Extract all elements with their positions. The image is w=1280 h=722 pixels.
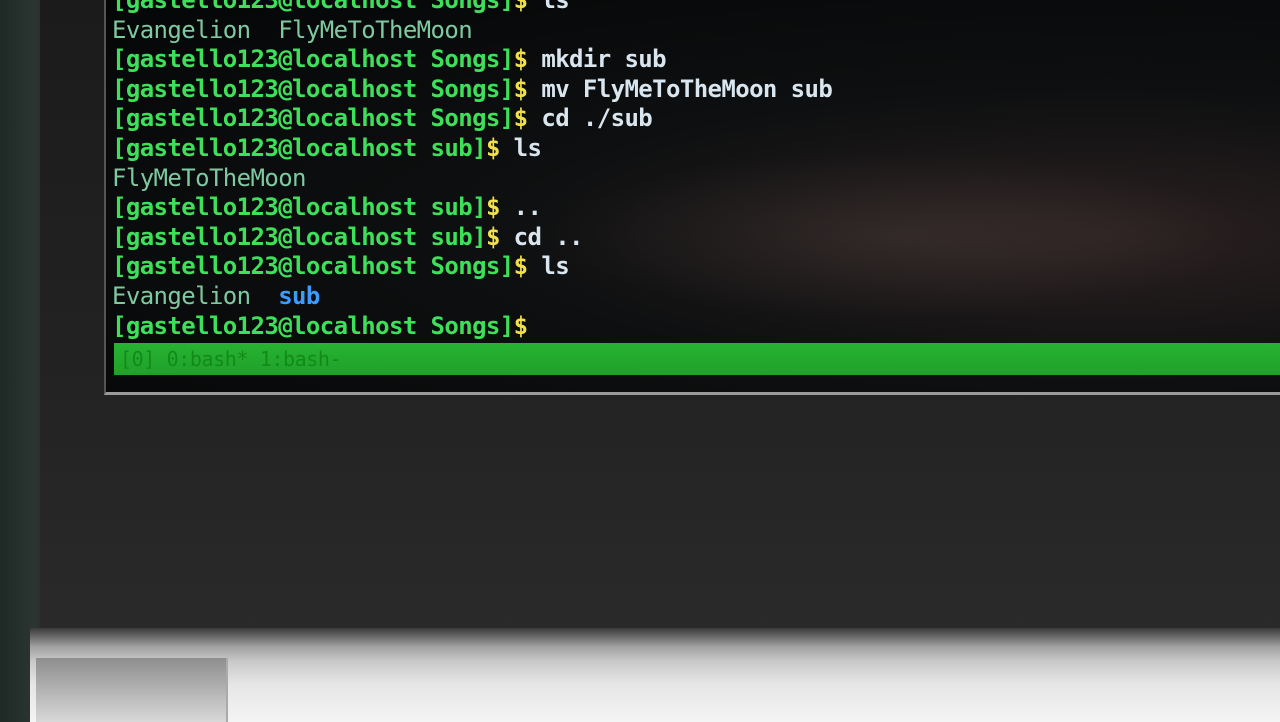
terminal-line: [gastello123@localhost Songs]$ mv FlyMeT… xyxy=(112,75,1280,105)
terminal-line: [gastello123@localhost sub]$ ls xyxy=(112,134,1280,164)
terminal-screen[interactable]: [gastello123@localhost Songs]$ ls Evange… xyxy=(104,0,1280,395)
command-text: mv FlyMeToTheMoon sub xyxy=(527,74,833,103)
prompt-symbol: $ xyxy=(513,45,528,74)
shell-prompt: [gastello123@localhost Songs] xyxy=(112,252,514,281)
shell-prompt: [gastello123@localhost Songs] xyxy=(112,0,514,14)
command-text: cd ./sub xyxy=(527,104,653,133)
prompt-symbol: $ xyxy=(513,311,528,340)
terminal-line: [gastello123@localhost Songs]$ cd ./sub xyxy=(112,104,1280,134)
tmux-status-bar: [0] 0:bash* 1:bash- xyxy=(114,343,1280,375)
command-text: ls xyxy=(499,133,542,162)
laptop-lip xyxy=(30,628,1280,646)
prompt-symbol: $ xyxy=(485,222,500,251)
terminal-line: FlyMeToTheMoon xyxy=(112,164,1280,194)
terminal-line: Evangelion sub xyxy=(112,282,1280,312)
laptop-hinge xyxy=(36,658,228,722)
shell-prompt: [gastello123@localhost sub] xyxy=(112,222,487,251)
terminal-line: [gastello123@localhost Songs]$ xyxy=(112,312,1280,342)
shell-prompt: [gastello123@localhost sub] xyxy=(112,133,487,162)
command-text: ls xyxy=(527,0,570,14)
tmux-window-list[interactable]: 0:bash* 1:bash- xyxy=(167,347,342,371)
directory-entry: sub xyxy=(278,281,320,310)
shell-prompt: [gastello123@localhost Songs] xyxy=(112,45,514,74)
prompt-symbol: $ xyxy=(513,104,528,133)
command-text: .. xyxy=(499,193,542,222)
command-output: Evangelion xyxy=(112,281,279,310)
command-output: Evangelion FlyMeToTheMoon xyxy=(112,15,473,44)
prompt-symbol: $ xyxy=(513,252,528,281)
command-text: mkdir sub xyxy=(527,45,666,74)
terminal-line: Evangelion FlyMeToTheMoon xyxy=(112,16,1280,46)
command-text: cd .. xyxy=(499,222,584,251)
shell-prompt: [gastello123@localhost sub] xyxy=(112,193,487,222)
prompt-symbol: $ xyxy=(513,0,528,14)
terminal-line: [gastello123@localhost sub]$ cd .. xyxy=(112,223,1280,253)
terminal-line: [gastello123@localhost Songs]$ mkdir sub xyxy=(112,45,1280,75)
prompt-symbol: $ xyxy=(485,133,500,162)
command-text: ls xyxy=(527,252,570,281)
shell-prompt: [gastello123@localhost Songs] xyxy=(112,311,514,340)
terminal-line: [gastello123@localhost Songs]$ ls xyxy=(112,252,1280,282)
command-output: FlyMeToTheMoon xyxy=(112,163,306,192)
prompt-symbol: $ xyxy=(485,193,500,222)
terminal-output: [gastello123@localhost Songs]$ ls Evange… xyxy=(112,0,1280,341)
tmux-session-label: [0] xyxy=(120,347,155,371)
prompt-symbol: $ xyxy=(513,74,528,103)
terminal-line: [gastello123@localhost Songs]$ ls xyxy=(112,0,1280,16)
shell-prompt: [gastello123@localhost Songs] xyxy=(112,104,514,133)
terminal-line: [gastello123@localhost sub]$ .. xyxy=(112,193,1280,223)
shell-prompt: [gastello123@localhost Songs] xyxy=(112,74,514,103)
